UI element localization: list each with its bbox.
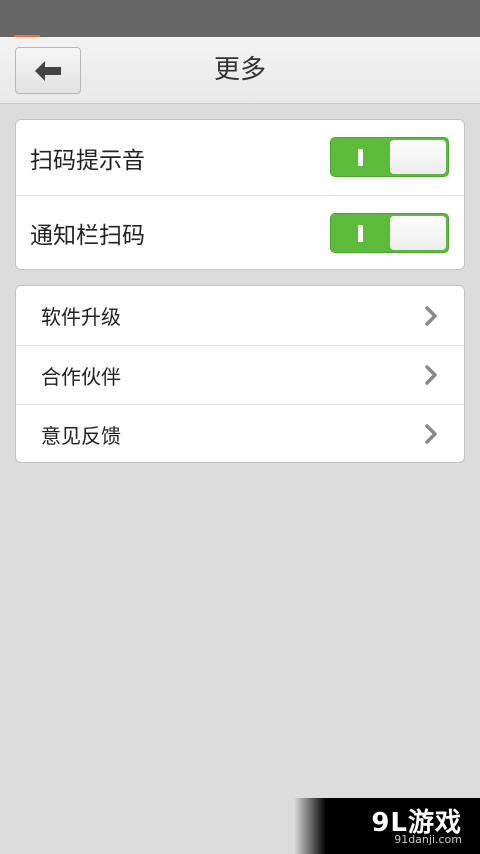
feedback-label: 意见反馈 — [41, 423, 121, 448]
toggle-on-mark — [358, 149, 363, 166]
arrow-left-icon — [35, 60, 61, 81]
chevron-right-icon — [425, 365, 437, 385]
watermark-url: 91danji.com — [394, 833, 462, 846]
notification-scan-label: 通知栏扫码 — [30, 223, 145, 249]
partners-item[interactable]: 合作伙伴 — [16, 345, 464, 404]
more-links-card: 软件升级 合作伙伴 意见反馈 — [15, 285, 465, 463]
toggle-on-mark — [358, 225, 363, 242]
software-update-item[interactable]: 软件升级 — [16, 286, 464, 345]
status-bar — [0, 0, 480, 37]
partners-label: 合作伙伴 — [41, 364, 121, 389]
feedback-item[interactable]: 意见反馈 — [16, 404, 464, 462]
toggle-knob — [390, 216, 446, 250]
notification-scan-toggle[interactable] — [330, 213, 449, 253]
toggle-settings-card: 扫码提示音 通知栏扫码 — [15, 119, 465, 270]
toggle-row-scan-sound: 扫码提示音 — [16, 120, 464, 195]
back-button[interactable] — [15, 47, 81, 94]
chevron-right-icon — [425, 305, 437, 326]
chevron-right-icon — [425, 424, 437, 444]
software-update-label: 软件升级 — [41, 305, 121, 329]
scan-sound-label: 扫码提示音 — [30, 147, 145, 174]
toggle-row-notification-scan: 通知栏扫码 — [16, 195, 464, 269]
toggle-knob — [390, 140, 446, 174]
scan-sound-toggle[interactable] — [330, 137, 449, 177]
site-watermark: 9L游戏 91danji.com — [294, 798, 480, 854]
title-bar: 更多 — [0, 37, 480, 104]
